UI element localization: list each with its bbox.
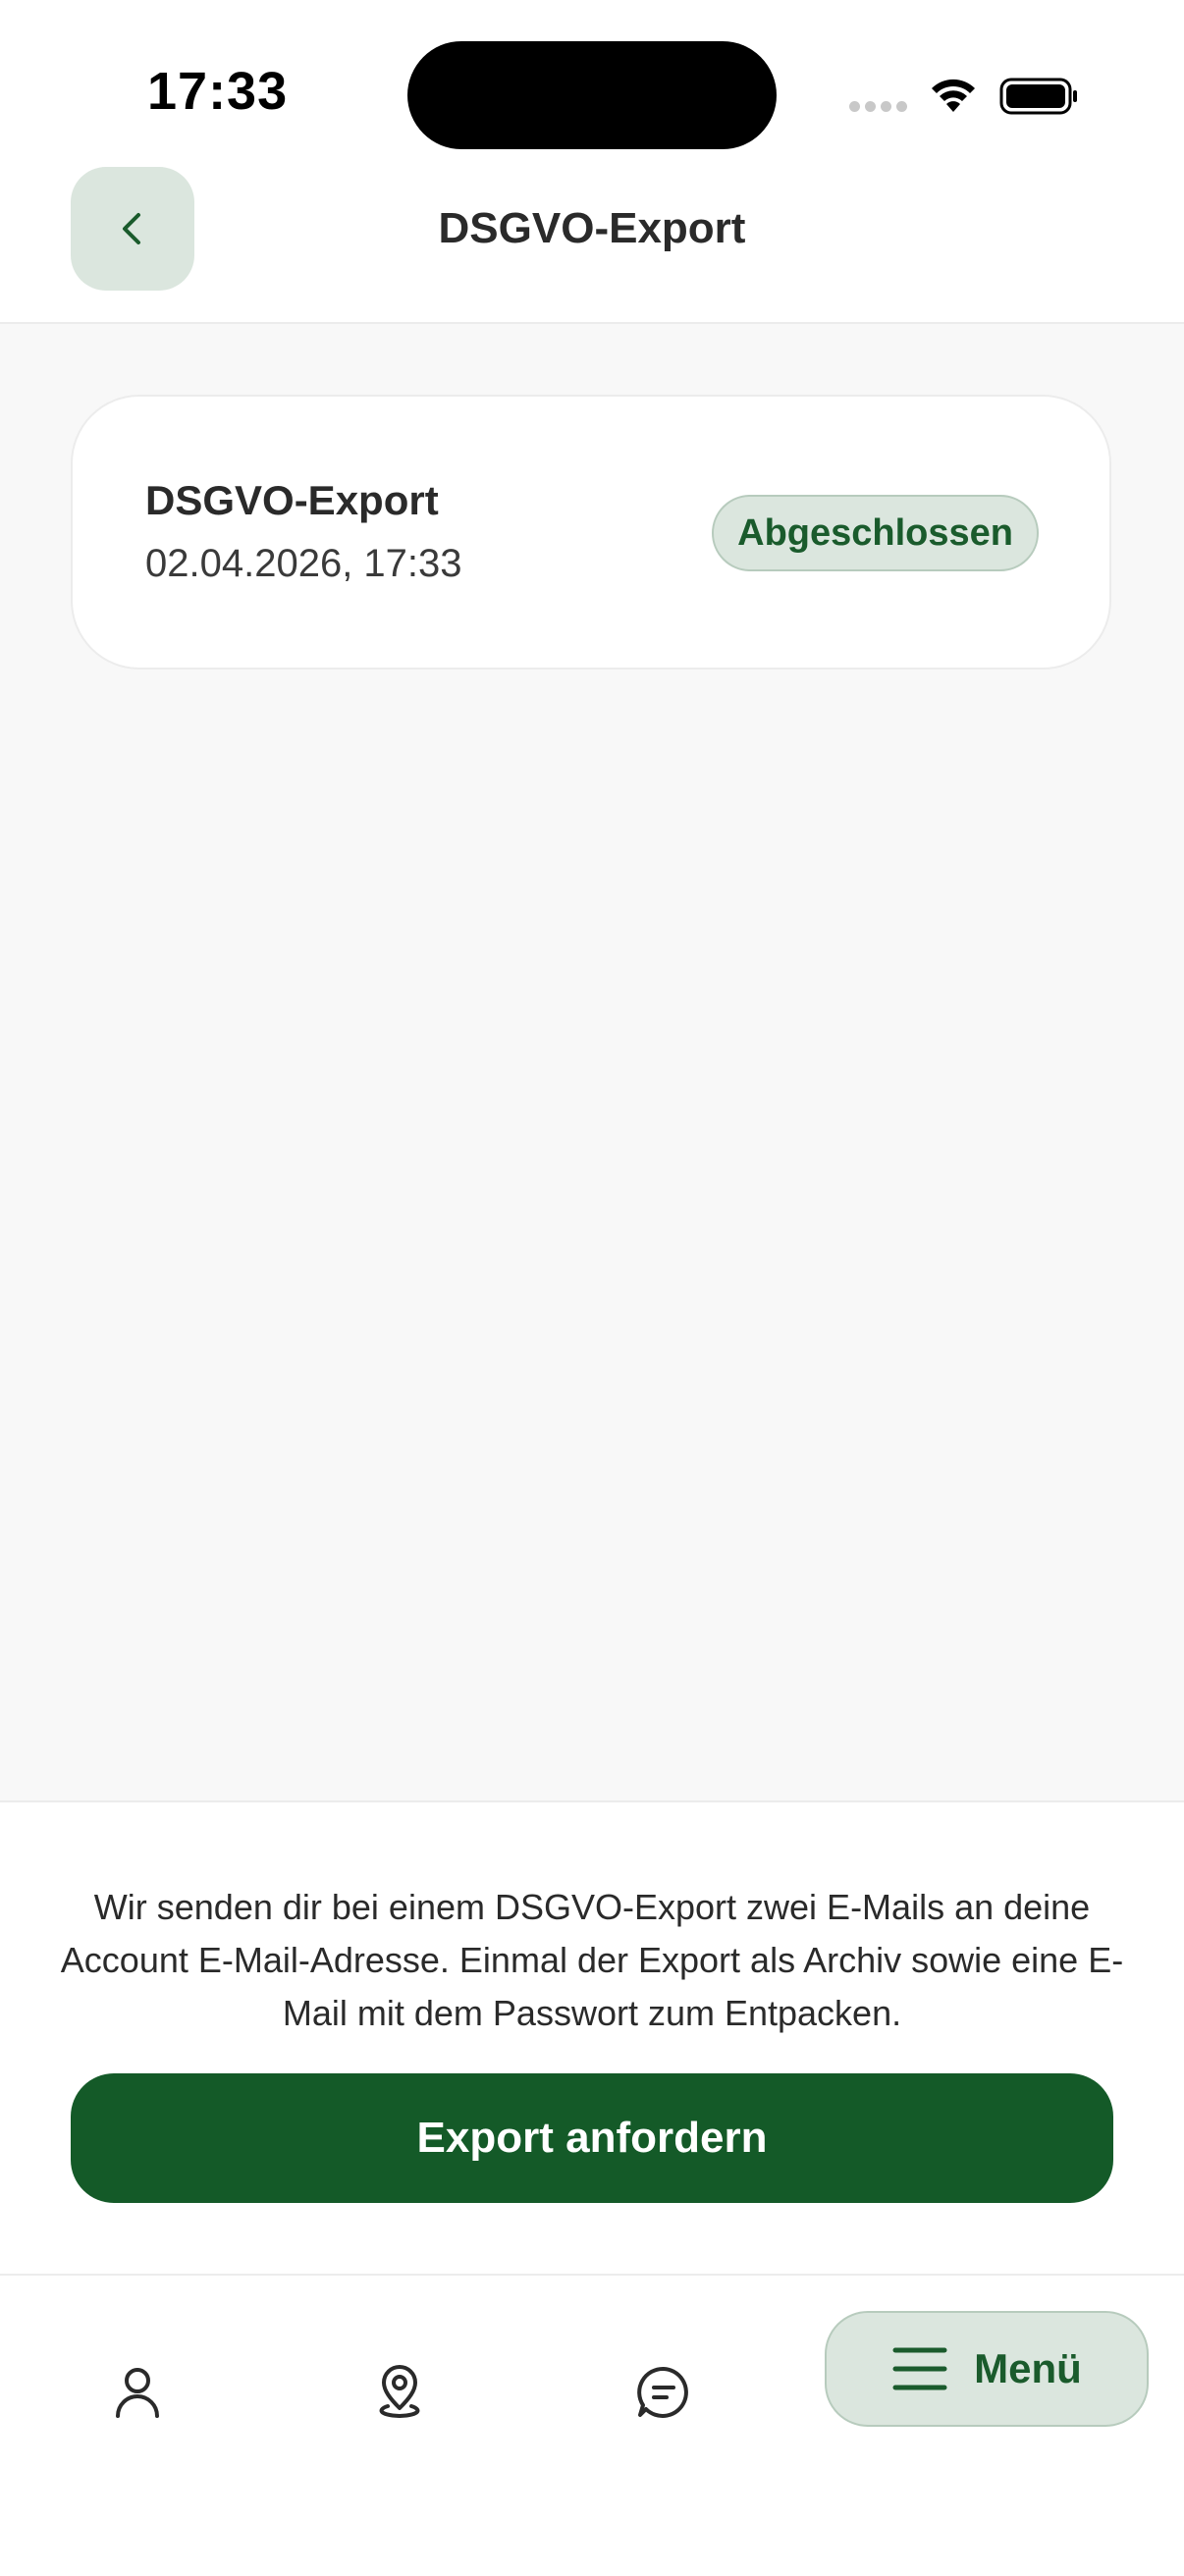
status-time: 17:33 [147, 62, 289, 121]
nav-chat[interactable] [610, 2338, 718, 2446]
export-request-section: Wir senden dir bei einem DSGVO-Export zw… [0, 1800, 1184, 2276]
info-text: Wir senden dir bei einem DSGVO-Export zw… [60, 1887, 1124, 2033]
export-date: 02.04.2026, 17:33 [145, 542, 462, 585]
dynamic-island [407, 41, 777, 149]
header: DSGVO-Export [0, 167, 1184, 324]
chat-icon [637, 2366, 688, 2418]
bottom-nav: Menü [0, 2274, 1184, 2576]
request-export-button[interactable]: Export anfordern [71, 2073, 1113, 2203]
cellular-signal-icon [849, 101, 907, 112]
page-title: DSGVO-Export [438, 204, 746, 252]
menu-label: Menü [974, 2345, 1082, 2391]
export-title: DSGVO-Export [145, 477, 439, 523]
wifi-icon [932, 79, 975, 112]
nav-map[interactable] [346, 2338, 454, 2446]
map-pin-icon [379, 2365, 420, 2419]
hamburger-icon [892, 2347, 947, 2390]
nav-profile[interactable] [83, 2338, 191, 2446]
export-list: DSGVO-Export 02.04.2026, 17:33 Abgeschlo… [0, 324, 1184, 1800]
status-badge: Abgeschlossen [712, 495, 1039, 571]
export-card[interactable]: DSGVO-Export 02.04.2026, 17:33 Abgeschlo… [71, 395, 1111, 670]
battery-icon [999, 78, 1077, 115]
user-icon [116, 2368, 159, 2418]
status-bar: 17:33 [0, 0, 1184, 167]
nav-menu-button[interactable]: Menü [825, 2311, 1149, 2427]
